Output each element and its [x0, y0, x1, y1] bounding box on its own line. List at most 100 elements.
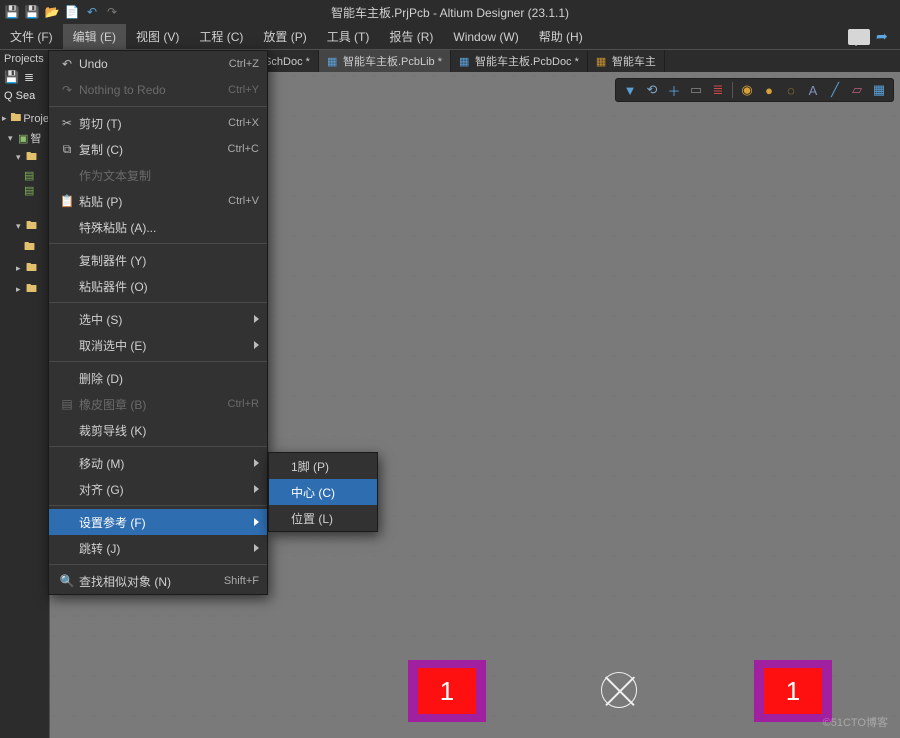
save-icon[interactable]: 💾	[4, 70, 20, 86]
menu-move[interactable]: 移动 (M)	[49, 450, 267, 476]
list-icon[interactable]: ≣	[24, 70, 40, 86]
menu-report[interactable]: 报告 (R)	[379, 24, 443, 49]
menu-select[interactable]: 选中 (S)	[49, 306, 267, 332]
menu-window[interactable]: Window (W)	[443, 24, 528, 49]
tree-item[interactable]: ▸🖿	[16, 258, 49, 279]
menu-project[interactable]: 工程 (C)	[189, 24, 253, 49]
menu-shortcut: Ctrl+X	[228, 117, 259, 129]
tree-project[interactable]: ▾▣智	[8, 129, 49, 147]
menu-label: Undo	[79, 57, 229, 71]
menu-tools[interactable]: 工具 (T)	[317, 24, 380, 49]
chevron-right-icon	[254, 459, 259, 467]
tab-label: 智能车主板.PcbDoc *	[475, 53, 579, 69]
tree-item[interactable]: ▤	[24, 183, 49, 198]
separator	[49, 564, 267, 565]
plus-icon[interactable]: ＋	[664, 80, 684, 100]
menu-cut[interactable]: ✂ 剪切 (T) Ctrl+X	[49, 110, 267, 136]
tree-root[interactable]: ▸🖿Proje	[2, 108, 49, 129]
feedback-icon[interactable]	[848, 29, 870, 45]
tab-pcblib[interactable]: ▦智能车主板.PcbLib *	[319, 50, 451, 72]
tree-item[interactable]: ▸🖿	[16, 279, 49, 300]
menu-paste-special[interactable]: 特殊粘贴 (A)...	[49, 214, 267, 240]
menu-label: 特殊粘贴 (A)...	[79, 219, 259, 236]
menu-jump[interactable]: 跳转 (J)	[49, 535, 267, 561]
menu-paste-component[interactable]: 粘贴器件 (O)	[49, 273, 267, 299]
open-file-icon[interactable]: 📄	[64, 4, 80, 20]
save-all-icon[interactable]: 💾	[24, 4, 40, 20]
submenu-center[interactable]: 中心 (C)	[269, 479, 377, 505]
canvas-toolbar: ▼ ⟲ ＋ ▭ ≣ ◉ ● ◌ A ╱ ▱ ▦	[615, 78, 894, 102]
line-icon[interactable]: ╱	[825, 80, 845, 100]
redo-icon: ↷	[55, 83, 79, 97]
save-icon[interactable]: 💾	[4, 4, 20, 20]
hole-icon[interactable]: ◌	[781, 80, 801, 100]
menu-edit[interactable]: 编辑 (E)	[63, 24, 126, 49]
redo-arrow-icon[interactable]: ↷	[104, 4, 120, 20]
tree-item[interactable]: ▾🖿	[16, 216, 49, 237]
submenu-location[interactable]: 位置 (L)	[269, 505, 377, 531]
copy-icon: ⧉	[55, 142, 79, 157]
pcblib-icon: ▦	[327, 55, 339, 67]
rect-icon[interactable]: ▭	[686, 80, 706, 100]
menu-shortcut: Ctrl+R	[228, 398, 259, 410]
menu-align[interactable]: 对齐 (G)	[49, 476, 267, 502]
menu-find-similar[interactable]: 🔍 查找相似对象 (N) Shift+F	[49, 568, 267, 594]
menu-deselect[interactable]: 取消选中 (E)	[49, 332, 267, 358]
menu-set-reference[interactable]: 设置参考 (F)	[49, 509, 267, 535]
menu-delete[interactable]: 删除 (D)	[49, 365, 267, 391]
pcbdoc-icon: ▦	[459, 55, 471, 67]
pad-round-icon[interactable]: ◉	[737, 80, 757, 100]
menu-copy[interactable]: ⧉ 复制 (C) Ctrl+C	[49, 136, 267, 162]
separator	[49, 505, 267, 506]
submenu-pin1[interactable]: 1脚 (P)	[269, 453, 377, 479]
undo-arrow-icon[interactable]: ↶	[84, 4, 100, 20]
text-icon[interactable]: A	[803, 80, 823, 100]
tab-pcbdoc[interactable]: ▦ 智能车主板.PcbDoc *	[451, 50, 588, 72]
menu-label: 橡皮图章 (B)	[79, 396, 228, 413]
filter-icon[interactable]: ▼	[620, 80, 640, 100]
menu-label: 取消选中 (E)	[79, 337, 248, 354]
menu-view[interactable]: 视图 (V)	[126, 24, 189, 49]
projects-tree: ▸🖿Proje ▾▣智 ▾🖿 ▤ ▤ ▾🖿 🖿 ▸🖿 ▸🖿	[0, 104, 49, 300]
projects-toolbar: 💾 ≣	[0, 68, 49, 88]
menu-label: 剪切 (T)	[79, 115, 228, 132]
pad-1-right[interactable]: 1	[754, 660, 832, 722]
pad-label: 1	[764, 668, 822, 714]
menu-paste[interactable]: 📋 粘贴 (P) Ctrl+V	[49, 188, 267, 214]
menu-place[interactable]: 放置 (P)	[253, 24, 316, 49]
menu-shortcut: Ctrl+Z	[229, 58, 259, 70]
chevron-right-icon	[254, 518, 259, 526]
menu-label: 粘贴 (P)	[79, 193, 228, 210]
open-folder-icon[interactable]: 📂	[44, 4, 60, 20]
watermark: ©51CTO博客	[823, 714, 888, 730]
tab-more[interactable]: ▦智能车主	[588, 50, 665, 72]
menu-label: 复制器件 (Y)	[79, 252, 259, 269]
separator	[49, 361, 267, 362]
tree-item[interactable]: ▾🖿	[16, 147, 49, 168]
menu-duplicate[interactable]: 复制器件 (Y)	[49, 247, 267, 273]
tree-root-label: Proje	[23, 113, 49, 125]
via-icon[interactable]: ●	[759, 80, 779, 100]
separator	[49, 302, 267, 303]
menubar: 文件 (F) 编辑 (E) 视图 (V) 工程 (C) 放置 (P) 工具 (T…	[0, 24, 900, 50]
menu-rubber-stamp: ▤ 橡皮图章 (B) Ctrl+R	[49, 391, 267, 417]
menu-label: 移动 (M)	[79, 455, 248, 472]
menu-label: 查找相似对象 (N)	[79, 573, 224, 590]
select-icon[interactable]: ⟲	[642, 80, 662, 100]
share-icon[interactable]: ➦	[876, 28, 896, 46]
region-icon[interactable]: ▱	[847, 80, 867, 100]
tree-item[interactable]: 🖿	[24, 237, 49, 258]
projects-panel: Projects 💾 ≣ Q Sea ▸🖿Proje ▾▣智 ▾🖿 ▤ ▤ ▾🖿…	[0, 50, 50, 738]
array-icon[interactable]: ▦	[869, 80, 889, 100]
bars-icon[interactable]: ≣	[708, 80, 728, 100]
menu-trim[interactable]: 裁剪导线 (K)	[49, 417, 267, 443]
menu-file[interactable]: 文件 (F)	[0, 24, 63, 49]
tree-item[interactable]: ▤	[24, 168, 49, 183]
menu-shortcut: Shift+F	[224, 575, 259, 587]
titlebar: 💾 💾 📂 📄 ↶ ↷ 智能车主板.PrjPcb - Altium Design…	[0, 0, 900, 24]
projects-search[interactable]: Q Sea	[0, 88, 49, 104]
menu-undo[interactable]: ↶ Undo Ctrl+Z	[49, 51, 267, 77]
menu-label: 设置参考 (F)	[79, 514, 248, 531]
menu-help[interactable]: 帮助 (H)	[529, 24, 593, 49]
pad-1-left[interactable]: 1	[408, 660, 486, 722]
